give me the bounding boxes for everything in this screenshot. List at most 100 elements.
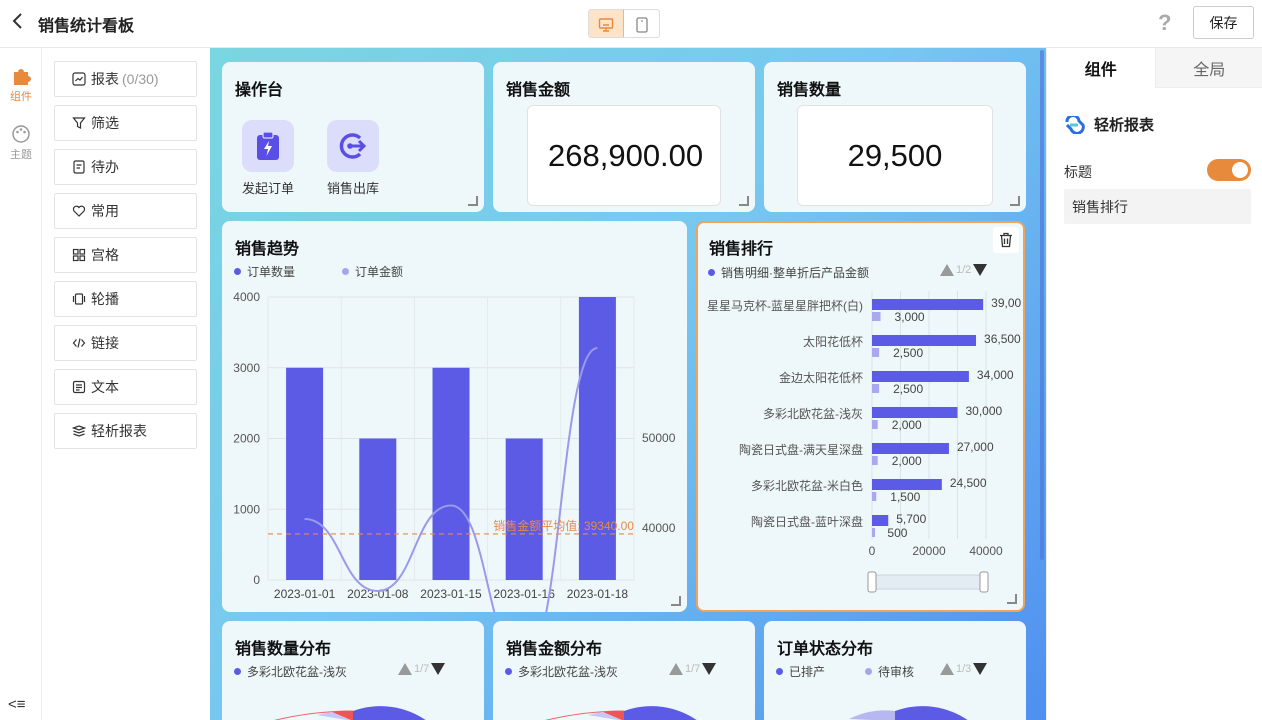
qty-dist-pager[interactable]: 1/7 [398, 663, 446, 675]
bar [578, 297, 616, 580]
heart-icon [72, 204, 86, 218]
y-tick-label: 多彩北欧花盆-米白色 [751, 478, 863, 493]
bar [505, 438, 543, 580]
rail-theme[interactable]: 主题 [0, 124, 42, 162]
clipboard-bolt-icon [257, 131, 279, 160]
component-light-report[interactable]: 轻析报表 [54, 413, 197, 449]
desktop-view-button[interactable] [589, 10, 625, 37]
zoom-handle-left [867, 571, 877, 593]
legend-dot [505, 668, 512, 675]
component-filter[interactable]: 筛选 [54, 105, 197, 141]
start-order-shortcut[interactable]: 发起订单 [233, 120, 303, 197]
component-todo-label: 待办 [91, 159, 119, 175]
amount-dist-card[interactable]: 销售金额分布 多彩北欧花盆-浅灰 1/7 [493, 621, 755, 720]
tab-components[interactable]: 组件 [1047, 48, 1155, 88]
zoom-slider-track [867, 574, 989, 590]
sales-trend-card[interactable]: 销售趋势 订单数量 订单金额 0100020003000400030000400… [222, 221, 687, 612]
component-grid[interactable]: 宫格 [54, 237, 197, 273]
pager-up-icon[interactable] [669, 663, 683, 675]
qty-dist-title: 销售数量分布 [235, 641, 332, 658]
x-tick-label: 20000 [912, 544, 946, 558]
legend-label: 多彩北欧花盆-浅灰 [518, 665, 618, 679]
back-icon[interactable] [8, 12, 28, 34]
tablet-icon [635, 16, 648, 33]
pager-down-icon[interactable] [431, 663, 446, 675]
puzzle-icon [14, 69, 31, 85]
order-status-legend-pending[interactable]: 待审核 [865, 663, 914, 680]
report-chart-icon [72, 424, 86, 438]
resize-handle[interactable] [739, 196, 749, 206]
qty-dist-card[interactable]: 销售数量分布 多彩北欧花盆-浅灰 1/7 [222, 621, 484, 720]
tab-global[interactable]: 全局 [1154, 48, 1262, 88]
component-report-count: (0/30) [122, 71, 159, 87]
y-tick-label: 金边太阳花低杯 [779, 370, 863, 385]
collapse-icon[interactable]: <≡ [8, 696, 26, 713]
outbound-icon [339, 133, 367, 159]
component-todo[interactable]: 待办 [54, 149, 197, 185]
bar [432, 367, 470, 580]
save-button[interactable]: 保存 [1193, 6, 1254, 39]
pager-down-icon[interactable] [973, 663, 988, 675]
pager-down-icon[interactable] [702, 663, 717, 675]
order-status-legend-scheduled[interactable]: 已排产 [776, 663, 825, 680]
x-tick-label: 2023-01-15 [420, 587, 482, 601]
data-label: 3,000 [895, 310, 925, 324]
start-order-label: 发起订单 [241, 181, 294, 196]
y-tick-label: 陶瓷日式盘-蓝叶深盘 [751, 514, 863, 529]
pager-up-icon[interactable] [940, 663, 954, 675]
order-status-pager[interactable]: 1/3 [940, 663, 988, 675]
bar [359, 438, 397, 580]
y2-tick-label: 40000 [642, 521, 676, 535]
help-icon[interactable]: ? [1158, 10, 1171, 36]
component-light-report-label: 轻析报表 [91, 423, 147, 439]
resize-handle[interactable] [1010, 196, 1020, 206]
sales-outbound-shortcut[interactable]: 销售出库 [318, 120, 388, 197]
data-label: 500 [887, 526, 907, 540]
bar [872, 371, 969, 382]
resize-handle[interactable] [468, 196, 478, 206]
console-card[interactable]: 操作台 发起订单 销售出库 [222, 62, 484, 212]
reference-line-label: 销售金额平均值: 39340.00 [493, 518, 634, 533]
light-report-logo-icon [1065, 115, 1085, 134]
rail-theme-label: 主题 [10, 149, 32, 161]
properties-tabs: 组件 全局 [1047, 48, 1262, 88]
sales-amount-card[interactable]: 销售金额 268,900.00 [493, 62, 755, 212]
sales-amount-title: 销售金额 [506, 82, 571, 99]
mobile-view-button[interactable] [624, 10, 659, 37]
grid-icon [72, 248, 86, 262]
component-link[interactable]: 链接 [54, 325, 197, 361]
rail-components[interactable]: 组件 [0, 66, 42, 104]
y2-tick-label: 30000 [642, 611, 676, 612]
order-status-card[interactable]: 订单状态分布 已排产 待审核 1/3 [764, 621, 1026, 720]
data-label: 2,000 [892, 418, 922, 432]
title-input[interactable]: 销售排行 [1064, 189, 1251, 224]
sales-qty-card[interactable]: 销售数量 29,500 [764, 62, 1026, 212]
component-favorite[interactable]: 常用 [54, 193, 197, 229]
canvas-scrollbar[interactable] [1040, 50, 1044, 560]
title-toggle[interactable] [1207, 159, 1251, 181]
pager-text: 1/3 [956, 663, 972, 675]
component-carousel[interactable]: 轮播 [54, 281, 197, 317]
resize-handle[interactable] [1007, 594, 1017, 604]
x-tick-label: 2023-01-08 [347, 587, 409, 601]
qty-dist-legend[interactable]: 多彩北欧花盆-浅灰 [234, 663, 347, 680]
sales-ranking-card[interactable]: 销售排行 销售明细·整单折后产品金额 1/2 0 20000 40000 星星马克杯-… [696, 221, 1025, 612]
component-grid-label: 宫格 [91, 247, 119, 263]
amount-dist-pager[interactable]: 1/7 [669, 663, 717, 675]
y-tick-label: 4000 [233, 290, 260, 304]
legend-dot [776, 668, 783, 675]
x-tick-label: 0 [869, 544, 876, 558]
legend-label: 多彩北欧花盆-浅灰 [247, 665, 347, 679]
report-icon [72, 72, 86, 86]
amount-dist-legend[interactable]: 多彩北欧花盆-浅灰 [505, 663, 618, 680]
pager-up-icon[interactable] [398, 663, 412, 675]
order-status-title: 订单状态分布 [777, 641, 874, 658]
legend-label: 已排产 [789, 665, 826, 679]
data-label: 27,000 [957, 440, 994, 454]
resize-handle[interactable] [671, 596, 681, 606]
toggle-knob [1232, 162, 1248, 178]
trend-chart: 0 1000 2000 3000 4000 30000 40000 50000 2023-01-… [233, 290, 676, 612]
component-text[interactable]: 文本 [54, 369, 197, 405]
section-title: 轻析报表 [1064, 114, 1154, 135]
component-report[interactable]: 报表 (0/30) [54, 61, 197, 97]
